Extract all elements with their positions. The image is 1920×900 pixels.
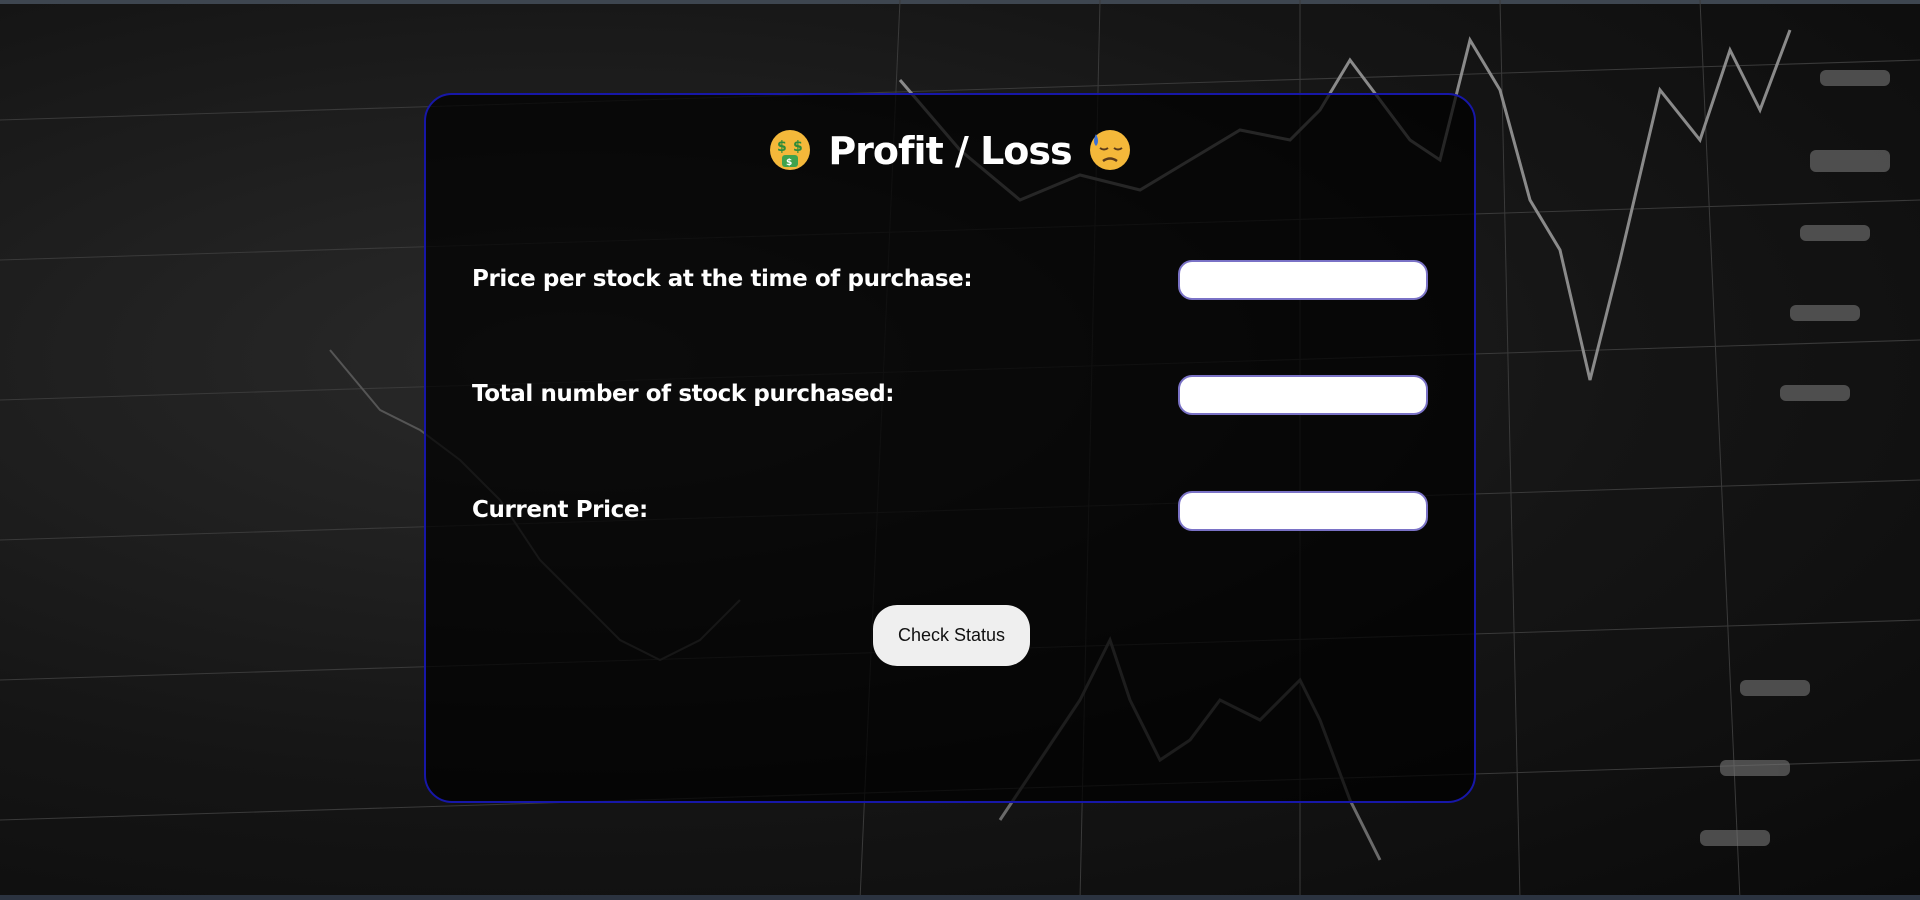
quantity-row: Total number of stock purchased: [472,375,1428,419]
downcast-face-with-sweat-icon [1089,129,1130,170]
page-title: $ $ $ Profit / Loss [426,123,1474,179]
quantity-label: Total number of stock purchased: [472,381,895,407]
purchase-price-input[interactable] [1178,260,1428,300]
svg-text:$: $ [793,139,802,155]
money-mouth-face-icon: $ $ $ [770,129,811,170]
purchase-price-row: Price per stock at the time of purchase: [472,260,1428,304]
svg-text:$: $ [786,158,792,168]
current-price-label: Current Price: [472,497,648,523]
purchase-price-label: Price per stock at the time of purchase: [472,266,973,292]
check-status-button[interactable]: Check Status [873,605,1030,666]
quantity-input[interactable] [1178,375,1428,415]
current-price-row: Current Price: [472,491,1428,535]
current-price-input[interactable] [1178,491,1428,531]
svg-text:$: $ [777,139,786,155]
profit-loss-card: $ $ $ Profit / Loss Price per stock at t… [424,93,1476,803]
page-title-text: Profit / Loss [828,129,1072,173]
